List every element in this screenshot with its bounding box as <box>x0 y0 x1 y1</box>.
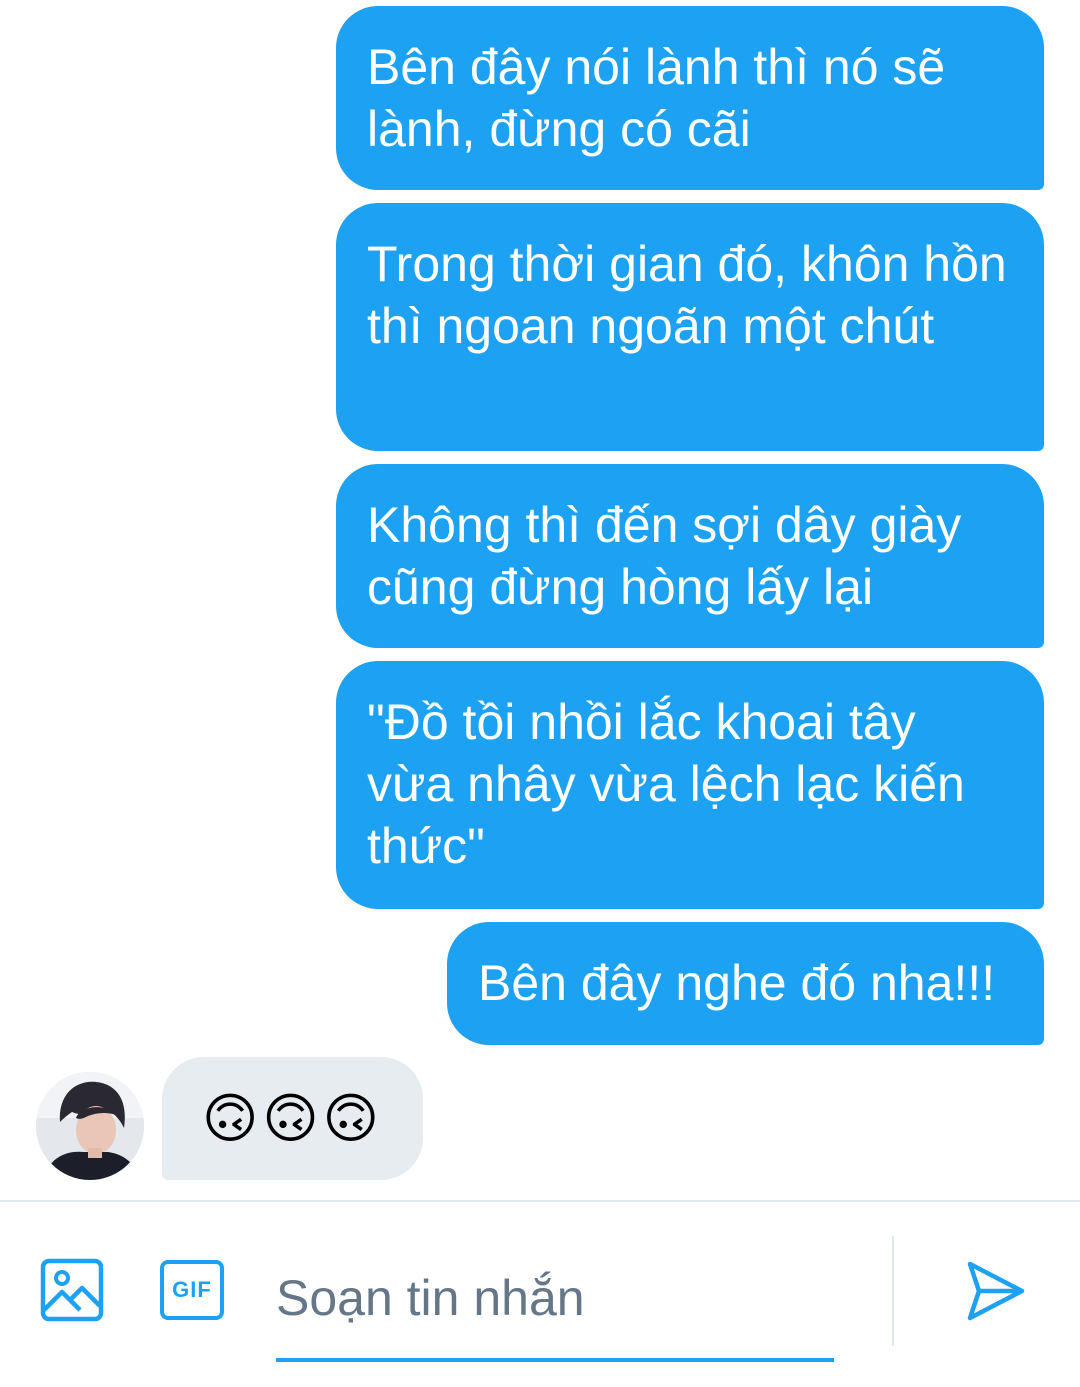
message-composer: GIF <box>0 1200 1080 1387</box>
add-gif-button[interactable]: GIF <box>160 1260 224 1320</box>
add-image-button[interactable] <box>40 1258 104 1322</box>
outgoing-message[interactable]: Bên đây nói lành thì nó sẽ lành, đừng có… <box>336 6 1044 190</box>
divider <box>892 1236 894 1346</box>
avatar[interactable] <box>36 1072 144 1180</box>
outgoing-message[interactable]: Không thì đến sợi dây giày cũng đừng hòn… <box>336 464 1044 648</box>
outgoing-message[interactable]: Bên đây nghe đó nha!!! <box>447 922 1044 1045</box>
send-icon <box>967 1261 1025 1321</box>
message-thread: Bên đây nói lành thì nó sẽ lành, đừng có… <box>0 0 1080 1200</box>
message-input[interactable] <box>276 1238 834 1362</box>
image-icon <box>40 1258 104 1322</box>
avatar-image <box>36 1072 144 1180</box>
incoming-message[interactable]: 🙃🙃🙃 <box>162 1057 423 1180</box>
incoming-message-row: 🙃🙃🙃 <box>0 1055 1080 1185</box>
outgoing-message[interactable]: "Đồ tồi nhồi lắc khoai tây vừa nhây vừa … <box>336 661 1044 909</box>
send-button[interactable] <box>962 1258 1028 1324</box>
outgoing-message[interactable]: Trong thời gian đó, khôn hồn thì ngoan n… <box>336 203 1044 451</box>
